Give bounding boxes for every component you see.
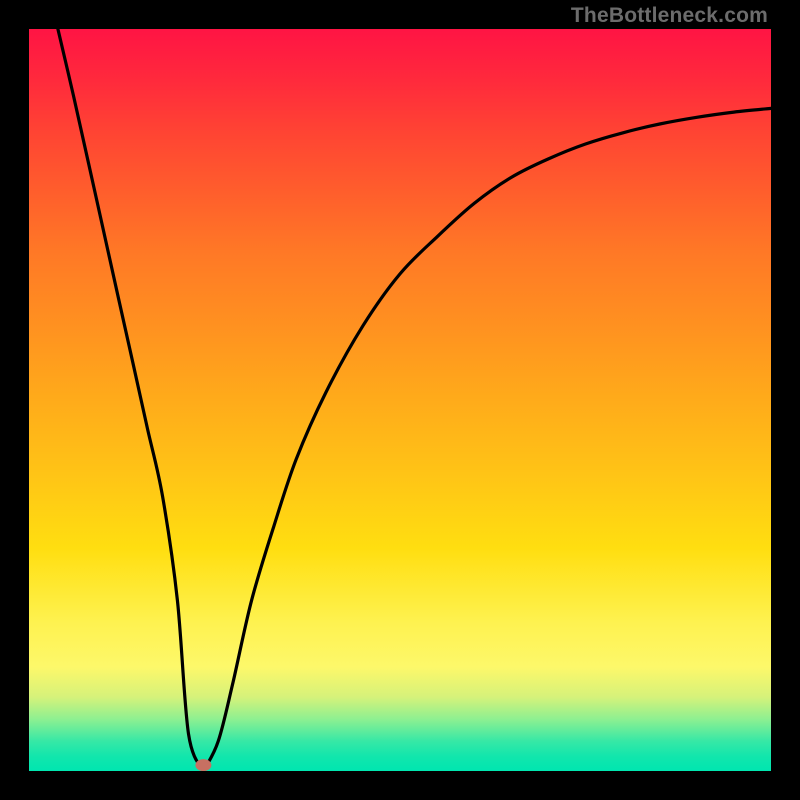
optimum-point-marker (195, 759, 211, 771)
plot-area (29, 29, 771, 771)
chart-frame: TheBottleneck.com (0, 0, 800, 800)
bottleneck-curve (58, 29, 771, 771)
attribution-label: TheBottleneck.com (571, 4, 768, 28)
curve-layer (29, 29, 771, 771)
